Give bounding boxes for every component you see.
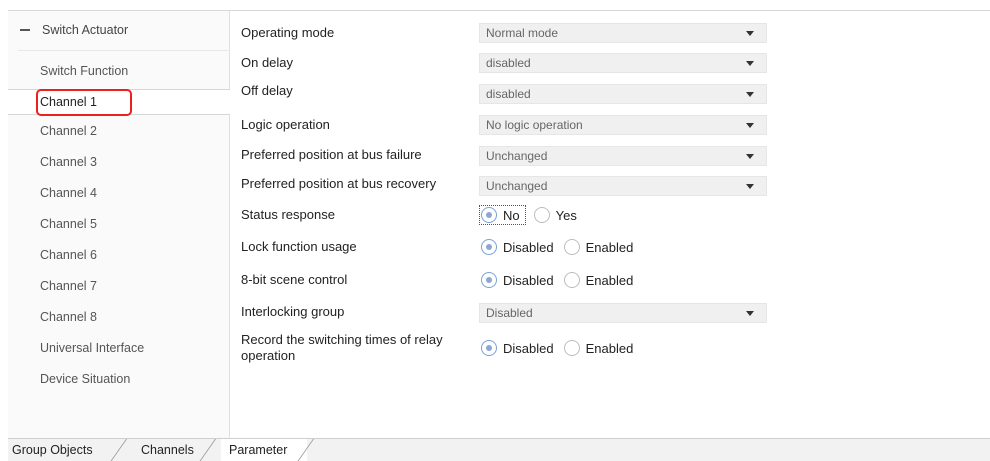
tree-item-channel-3[interactable]: Channel 3 [40, 150, 97, 174]
interlocking-label: Interlocking group [241, 304, 345, 319]
scene-control-label: 8-bit scene control [241, 272, 348, 287]
status-response-no[interactable]: No [479, 205, 526, 225]
radio-checked-icon[interactable] [481, 340, 497, 356]
bottom-tab-bar: Group Objects Channels Parameter [8, 438, 990, 461]
tree-item-label: Channel 1 [40, 95, 97, 109]
off-delay-label: Off delay [241, 83, 293, 98]
record-switching-enabled-label: Enabled [585, 340, 634, 356]
record-switching-disabled-label: Disabled [503, 340, 554, 356]
operating-mode-value: Normal mode [486, 26, 559, 40]
tab-divider [196, 439, 216, 461]
tab-channels[interactable]: Channels [141, 439, 194, 461]
tree-item-universal-interface[interactable]: Universal Interface [40, 336, 144, 360]
pref-bus-failure-select[interactable]: Unchanged [479, 146, 767, 166]
tree-item-channel-2[interactable]: Channel 2 [40, 119, 97, 143]
radio-unchecked-icon[interactable] [563, 239, 580, 255]
pref-bus-recovery-label: Preferred position at bus recovery [241, 176, 437, 191]
parameter-tree: Switch Actuator Switch Function Channel … [8, 11, 230, 438]
on-delay-label: On delay [241, 55, 294, 70]
radio-unchecked-icon[interactable] [563, 272, 580, 288]
status-response-yes[interactable]: Yes [533, 207, 577, 223]
radio-checked-icon[interactable] [481, 239, 497, 255]
interlocking-value: Disabled [486, 306, 533, 320]
record-switching-label-line2: operation [241, 348, 296, 363]
lock-function-enabled-label: Enabled [585, 239, 634, 255]
tree-divider [18, 50, 230, 51]
radio-checked-icon[interactable] [481, 207, 497, 223]
radio-checked-icon[interactable] [481, 272, 497, 288]
scene-control-disabled[interactable]: Disabled [481, 272, 554, 288]
logic-operation-value: No logic operation [486, 118, 583, 132]
pref-bus-recovery-select[interactable]: Unchanged [479, 176, 767, 196]
pref-bus-failure-value: Unchanged [486, 149, 548, 163]
tree-root-label: Switch Actuator [42, 23, 129, 37]
tree-item-channel-8[interactable]: Channel 8 [40, 305, 97, 329]
chevron-down-icon [746, 184, 754, 189]
off-delay-value: disabled [486, 87, 531, 101]
tab-divider [107, 439, 127, 461]
tree-item-channel-7[interactable]: Channel 7 [40, 274, 97, 298]
scene-control-enabled[interactable]: Enabled [563, 272, 634, 288]
tree-item-switch-function[interactable]: Switch Function [40, 59, 128, 83]
lock-function-radios: Disabled Enabled [481, 237, 643, 257]
operating-mode-label: Operating mode [241, 25, 335, 40]
operating-mode-select[interactable]: Normal mode [479, 23, 767, 43]
on-delay-value: disabled [486, 56, 531, 70]
chevron-down-icon [746, 92, 754, 97]
lock-function-disabled-label: Disabled [503, 239, 554, 255]
interlocking-select[interactable]: Disabled [479, 303, 767, 323]
pref-bus-failure-label: Preferred position at bus failure [241, 147, 422, 162]
off-delay-select[interactable]: disabled [479, 84, 767, 104]
tree-root-switch-actuator[interactable]: Switch Actuator [8, 11, 230, 49]
lock-function-enabled[interactable]: Enabled [563, 239, 634, 255]
chevron-down-icon [746, 123, 754, 128]
parameter-panel: Operating mode Normal mode On delay disa… [231, 11, 990, 438]
tab-group-objects[interactable]: Group Objects [12, 439, 93, 461]
pref-bus-recovery-value: Unchanged [486, 179, 548, 193]
chevron-down-icon [746, 61, 754, 66]
record-switching-radios: Disabled Enabled [481, 338, 643, 358]
tree-item-channel-5[interactable]: Channel 5 [40, 212, 97, 236]
radio-unchecked-icon[interactable] [533, 207, 550, 223]
logic-operation-label: Logic operation [241, 117, 330, 132]
record-switching-label: Record the switching times of relay oper… [241, 332, 443, 364]
lock-function-disabled[interactable]: Disabled [481, 239, 554, 255]
scene-control-radios: Disabled Enabled [481, 270, 643, 290]
tab-parameter[interactable]: Parameter [221, 439, 307, 461]
logic-operation-select[interactable]: No logic operation [479, 115, 767, 135]
record-switching-disabled[interactable]: Disabled [481, 340, 554, 356]
record-switching-enabled[interactable]: Enabled [563, 340, 634, 356]
on-delay-select[interactable]: disabled [479, 53, 767, 73]
status-response-yes-label: Yes [555, 207, 577, 223]
radio-unchecked-icon[interactable] [563, 340, 580, 356]
tree-item-channel-1[interactable]: Channel 1 [8, 89, 230, 115]
chevron-down-icon [746, 154, 754, 159]
chevron-down-icon [746, 311, 754, 316]
record-switching-label-line1: Record the switching times of relay [241, 332, 443, 347]
tree-item-device-situation[interactable]: Device Situation [40, 367, 130, 391]
status-response-no-label: No [503, 207, 520, 223]
tree-item-channel-4[interactable]: Channel 4 [40, 181, 97, 205]
status-response-label: Status response [241, 207, 335, 222]
scene-control-enabled-label: Enabled [585, 272, 634, 288]
scene-control-disabled-label: Disabled [503, 272, 554, 288]
tree-item-channel-6[interactable]: Channel 6 [40, 243, 97, 267]
chevron-down-icon [746, 31, 754, 36]
collapse-icon[interactable] [20, 29, 30, 31]
lock-function-label: Lock function usage [241, 239, 357, 254]
status-response-radios: No Yes [479, 205, 587, 225]
